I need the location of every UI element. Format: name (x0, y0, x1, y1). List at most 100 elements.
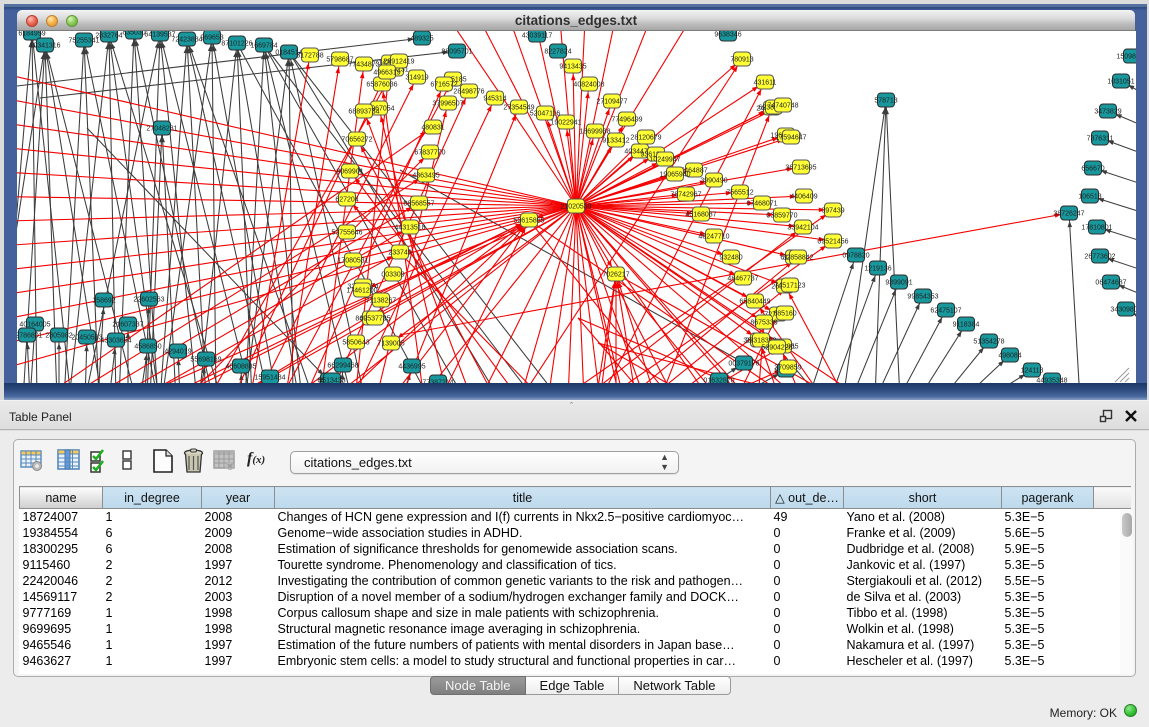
svg-text:6716572: 6716572 (430, 81, 457, 88)
svg-text:3172788: 3172788 (296, 52, 323, 59)
svg-text:9399091: 9399091 (885, 279, 912, 286)
svg-text:7565512: 7565512 (726, 189, 753, 196)
svg-text:74517123: 74517123 (774, 282, 805, 289)
svg-text:9638346: 9638346 (714, 31, 741, 38)
svg-text:52047116: 52047116 (530, 110, 561, 117)
svg-text:66299468: 66299468 (327, 362, 358, 369)
svg-text:01632870: 01632870 (703, 377, 734, 383)
svg-text:3709859: 3709859 (774, 364, 801, 371)
svg-text:8227824: 8227824 (544, 48, 571, 55)
svg-text:27048281: 27048281 (146, 125, 177, 132)
svg-text:33942104: 33942104 (787, 224, 818, 231)
svg-text:18699938: 18699938 (579, 128, 610, 135)
svg-text:71138267: 71138267 (366, 297, 397, 304)
svg-text:9133412: 9133412 (602, 137, 629, 144)
svg-text:124118: 124118 (1021, 367, 1044, 374)
svg-text:780913: 780913 (730, 56, 753, 63)
svg-text:4294019: 4294019 (164, 348, 191, 355)
svg-text:28120679: 28120679 (630, 134, 661, 141)
svg-text:43303654: 43303654 (100, 337, 131, 344)
svg-text:42786801: 42786801 (17, 332, 43, 339)
svg-text:431611: 431611 (754, 79, 777, 86)
svg-text:52904228: 52904228 (761, 344, 792, 351)
svg-text:9118384: 9118384 (953, 321, 980, 328)
svg-text:99854353: 99854353 (907, 293, 938, 300)
svg-text:1031051: 1031051 (1107, 78, 1134, 85)
svg-text:578713: 578713 (874, 97, 897, 104)
svg-text:097439: 097439 (821, 207, 844, 214)
svg-text:6184959: 6184959 (18, 31, 45, 37)
svg-text:314919: 314919 (405, 74, 428, 81)
svg-text:2832764: 2832764 (95, 32, 122, 39)
svg-text:40824008: 40824008 (573, 81, 604, 88)
svg-text:3473829: 3473829 (1094, 108, 1121, 115)
svg-text:70656272: 70656272 (341, 136, 372, 143)
svg-text:67468071: 67468071 (746, 200, 777, 207)
svg-text:21607337: 21607337 (112, 321, 143, 328)
svg-text:32858842: 32858842 (782, 254, 813, 261)
svg-text:74740748: 74740748 (767, 102, 798, 109)
svg-text:7026217: 7026217 (602, 271, 629, 278)
svg-text:43039117: 43039117 (522, 32, 553, 39)
svg-text:55698169: 55698169 (190, 356, 221, 363)
svg-text:8069901: 8069901 (336, 168, 363, 175)
svg-text:656670: 656670 (1081, 165, 1104, 172)
svg-text:59615865: 59615865 (513, 217, 544, 224)
svg-text:88095701: 88095701 (441, 48, 472, 55)
svg-text:77496499: 77496499 (611, 116, 642, 123)
svg-text:09521456: 09521456 (817, 238, 848, 245)
svg-text:17594647: 17594647 (775, 134, 806, 141)
svg-text:37996507: 37996507 (432, 100, 463, 107)
svg-text:65876036: 65876036 (366, 81, 397, 88)
svg-text:17461200: 17461200 (346, 287, 377, 294)
svg-text:29912419: 29912419 (383, 58, 414, 65)
svg-text:19022941: 19022941 (550, 119, 581, 126)
svg-text:45168087: 45168087 (685, 211, 716, 218)
svg-text:20450533: 20450533 (71, 334, 102, 341)
svg-text:48247710: 48247710 (698, 233, 729, 240)
svg-text:489325: 489325 (410, 35, 433, 42)
svg-text:498084: 498084 (998, 352, 1021, 359)
svg-text:5850643: 5850643 (342, 339, 369, 346)
svg-text:10249947: 10249947 (649, 156, 680, 163)
svg-text:17080531: 17080531 (337, 257, 368, 264)
svg-text:51354278: 51354278 (973, 338, 1004, 345)
svg-text:4363495: 4363495 (412, 172, 439, 179)
svg-text:44313518: 44313518 (394, 224, 425, 231)
svg-text:233749: 233749 (388, 249, 411, 256)
svg-text:48467737: 48467737 (727, 275, 758, 282)
svg-text:28498776: 28498776 (453, 88, 484, 95)
svg-text:78742967: 78742967 (670, 191, 701, 198)
svg-text:15951484: 15951484 (254, 374, 285, 381)
svg-text:969653: 969653 (200, 34, 223, 41)
svg-text:27109477: 27109477 (596, 98, 627, 105)
svg-text:945314: 945314 (483, 95, 506, 102)
svg-text:627204: 627204 (335, 196, 358, 203)
svg-text:158692: 158692 (92, 297, 115, 304)
svg-text:53755646: 53755646 (331, 229, 362, 236)
svg-text:4966319: 4966319 (373, 69, 400, 76)
svg-text:9413435: 9413435 (559, 63, 586, 70)
svg-text:68893734: 68893734 (348, 108, 379, 115)
svg-text:1669784: 1669784 (250, 42, 277, 49)
svg-text:2805982: 2805982 (45, 332, 72, 339)
svg-text:19065940: 19065940 (659, 171, 690, 178)
svg-text:21020539: 21020539 (560, 203, 591, 210)
svg-text:4586850: 4586850 (134, 343, 161, 350)
svg-text:72423884: 72423884 (171, 36, 202, 43)
svg-text:003309: 003309 (381, 271, 404, 278)
svg-text:7376311: 7376311 (1087, 135, 1114, 142)
svg-text:7139005: 7139005 (377, 340, 404, 347)
svg-text:3990490: 3990490 (700, 177, 727, 184)
svg-text:40164005: 40164005 (19, 321, 50, 328)
svg-text:0978820: 0978820 (842, 252, 869, 259)
svg-text:06474687: 06474687 (1095, 279, 1126, 286)
svg-text:36713695: 36713695 (785, 164, 816, 171)
svg-text:10341316: 10341316 (29, 42, 60, 49)
svg-text:38726247: 38726247 (1053, 210, 1084, 217)
svg-text:44935348: 44935348 (1036, 377, 1067, 383)
svg-text:106513: 106513 (1078, 193, 1101, 200)
svg-text:00379176: 00379176 (728, 360, 759, 367)
svg-text:67837770: 67837770 (414, 149, 445, 156)
svg-text:40537735: 40537735 (359, 315, 390, 322)
